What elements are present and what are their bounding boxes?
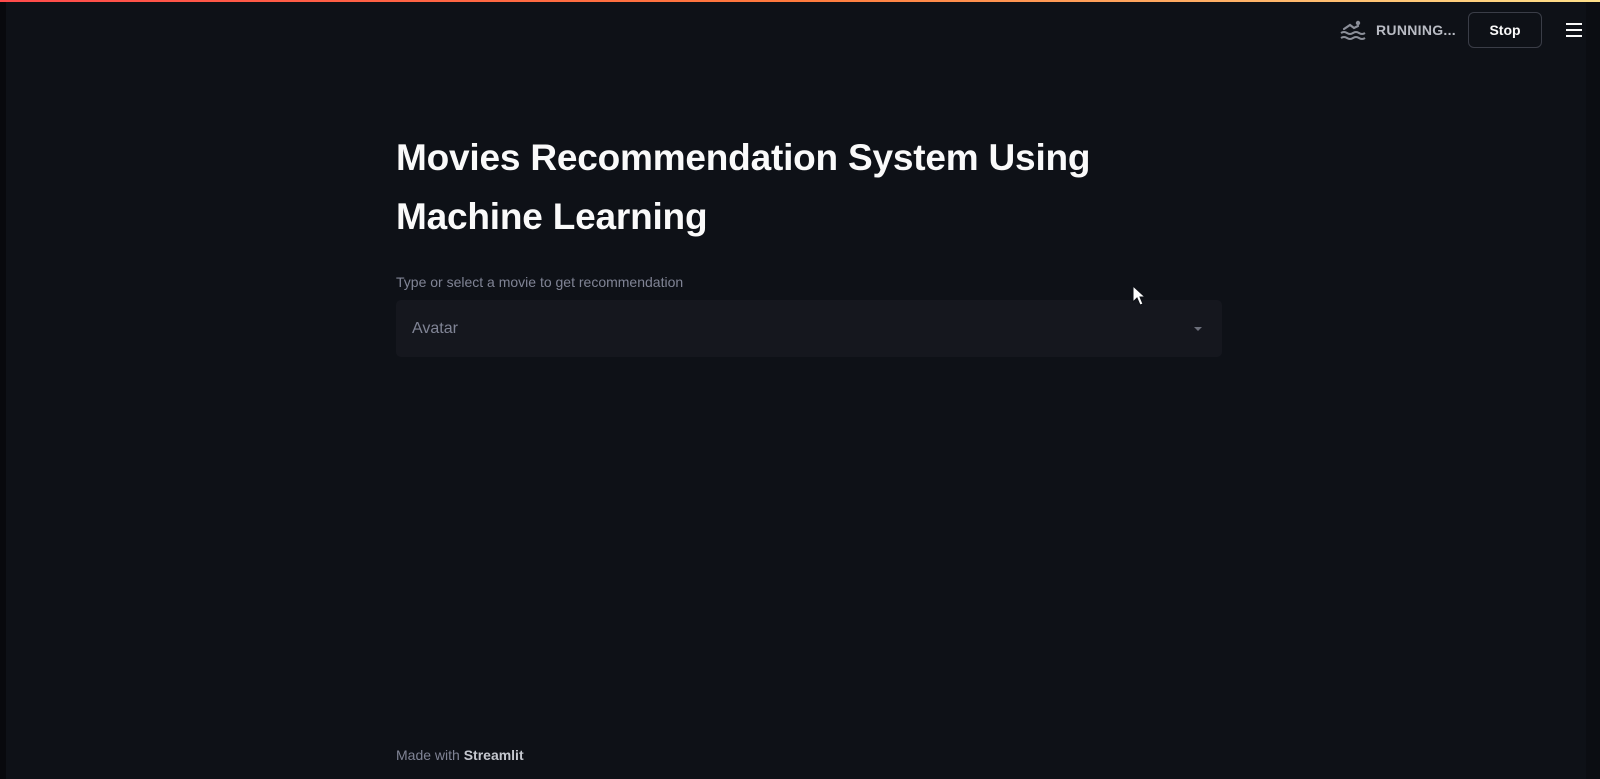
swimmer-icon	[1340, 20, 1366, 40]
menu-line	[1566, 23, 1582, 25]
footer-prefix: Made with	[396, 747, 460, 763]
page-title: Movies Recommendation System Using Machi…	[396, 137, 1091, 237]
mouse-cursor-icon	[1132, 285, 1146, 306]
streamlit-link[interactable]: Streamlit	[464, 747, 524, 763]
top-decoration-bar	[0, 0, 1600, 2]
header-toolbar: RUNNING... Stop	[1339, 10, 1586, 50]
right-edge	[1586, 0, 1600, 779]
app-page: RUNNING... Stop Movies Recommendation Sy…	[0, 0, 1600, 779]
menu-line	[1566, 29, 1582, 31]
footer: Made with Streamlit	[396, 747, 524, 763]
main-content: Movies Recommendation System Using Machi…	[396, 128, 1222, 357]
menu-line	[1566, 35, 1582, 37]
movie-select-label: Type or select a movie to get recommenda…	[396, 274, 684, 290]
running-status: RUNNING...	[1339, 18, 1456, 42]
menu-icon[interactable]	[1562, 18, 1586, 42]
status-label: RUNNING...	[1376, 22, 1456, 38]
movie-select-value[interactable]: Avatar	[412, 320, 458, 338]
movie-select[interactable]: Avatar	[396, 300, 1222, 357]
left-edge	[0, 0, 6, 779]
stop-button[interactable]: Stop	[1468, 12, 1542, 48]
chevron-down-icon[interactable]	[1194, 326, 1202, 331]
